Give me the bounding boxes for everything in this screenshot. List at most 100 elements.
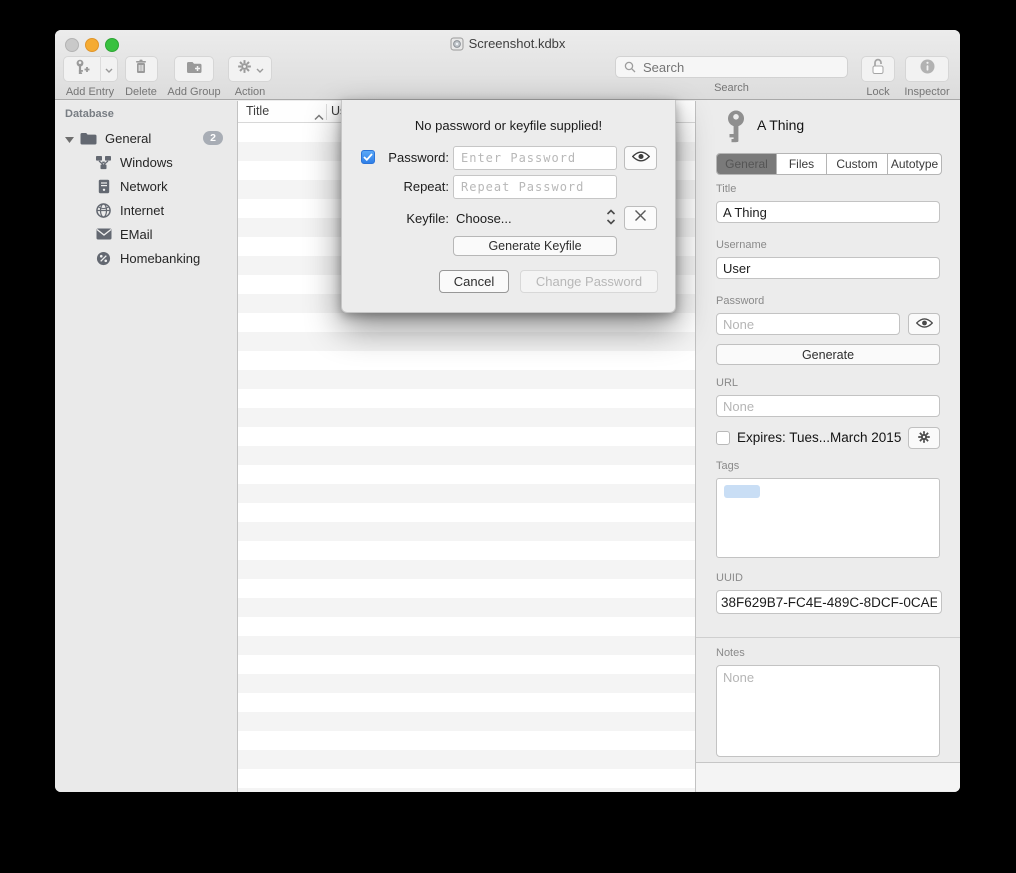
search-icon (624, 61, 636, 73)
sidebar-item-label: Internet (120, 203, 164, 218)
trash-icon (134, 59, 148, 79)
tab-general[interactable]: General (717, 154, 777, 174)
tab-autotype[interactable]: Autotype (888, 154, 941, 174)
info-icon (920, 59, 935, 79)
action-label: Action (235, 86, 266, 98)
password-input[interactable] (716, 313, 900, 335)
title-field-label: Title (716, 183, 736, 195)
generate-button-label: Generate (802, 348, 854, 362)
inspector-toolbar-item: Inspector (896, 56, 958, 98)
lock-open-icon (870, 58, 886, 80)
generate-keyfile-label: Generate Keyfile (488, 239, 581, 253)
key-plus-icon (74, 59, 90, 80)
key-icon (724, 110, 748, 149)
gear-icon (917, 430, 931, 447)
dialog-password-field (453, 146, 617, 170)
clear-keyfile-button[interactable] (624, 206, 657, 230)
expires-date-button[interactable] (908, 427, 940, 449)
server-icon (95, 178, 112, 195)
dialog-repeat-field (453, 175, 617, 199)
add-entry-dropdown-button[interactable] (101, 56, 118, 82)
lock-button[interactable] (861, 56, 895, 82)
sidebar-item-label: Homebanking (120, 251, 200, 266)
add-group-label: Add Group (167, 86, 220, 98)
add-group-button[interactable] (174, 56, 214, 82)
inspector-tabs: General Files Custom Autotype (716, 153, 942, 175)
sidebar-item-label: Windows (120, 155, 173, 170)
sidebar-item-label: Network (120, 179, 168, 194)
search-toolbar-item: Search (615, 56, 848, 94)
search-field[interactable] (615, 56, 848, 78)
eye-icon (916, 317, 933, 331)
tab-files[interactable]: Files (777, 154, 827, 174)
delete-button[interactable] (125, 56, 158, 82)
cancel-button-label: Cancel (454, 274, 494, 289)
notes-field-label: Notes (716, 647, 745, 659)
tag-pill[interactable] (724, 485, 760, 498)
sidebar-item-email[interactable]: EMail (55, 222, 237, 246)
gear-icon (237, 59, 252, 79)
notes-textarea[interactable] (716, 665, 940, 757)
document-icon (450, 37, 464, 54)
windows-network-icon (95, 154, 112, 171)
app-window: Screenshot.kdbx Add Entry (55, 30, 960, 792)
url-field-label: URL (716, 377, 738, 389)
dialog-keyfile-label: Keyfile: (361, 211, 449, 226)
group-sidebar: Database General 2 Windows Network (55, 101, 238, 792)
tags-field-label: Tags (716, 460, 739, 472)
titlebar-toolbar: Screenshot.kdbx Add Entry (55, 30, 960, 100)
keyfile-popup-value[interactable]: Choose... (456, 211, 512, 226)
action-toolbar-item: Action (222, 56, 278, 98)
uuid-input[interactable] (716, 590, 942, 614)
sidebar-item-network[interactable]: Network (55, 174, 237, 198)
inspector-button[interactable] (905, 56, 949, 82)
column-divider[interactable] (326, 104, 327, 120)
change-password-button-label: Change Password (536, 274, 642, 289)
window-title: Screenshot.kdbx (55, 36, 960, 54)
sidebar-item-internet[interactable]: Internet (55, 198, 237, 222)
chevron-down-icon (105, 60, 113, 78)
title-input[interactable] (716, 201, 940, 223)
sidebar-item-general[interactable]: General 2 (55, 126, 237, 150)
sidebar-item-label: EMail (120, 227, 153, 242)
generate-password-button[interactable]: Generate (716, 344, 940, 365)
password-field-label: Password (716, 295, 764, 307)
add-entry-button[interactable] (63, 56, 100, 82)
eye-icon (632, 149, 650, 167)
globe-icon (95, 202, 112, 219)
folder-plus-icon (186, 60, 203, 79)
sidebar-item-homebanking[interactable]: Homebanking (55, 246, 237, 270)
window-title-text: Screenshot.kdbx (469, 36, 566, 51)
add-entry-toolbar-item: Add Entry (55, 56, 125, 98)
uuid-field-label: UUID (716, 572, 743, 584)
search-input[interactable] (641, 59, 839, 76)
tab-custom[interactable]: Custom (827, 154, 888, 174)
expires-checkbox[interactable] (716, 431, 730, 445)
repeat-password-input[interactable] (453, 175, 617, 199)
disclosure-triangle-icon[interactable] (65, 131, 74, 146)
dialog-message: No password or keyfile supplied! (342, 118, 675, 133)
change-password-button[interactable]: Change Password (520, 270, 658, 293)
column-header-title[interactable]: Title (246, 104, 269, 118)
dialog-reveal-password-button[interactable] (624, 146, 657, 170)
reveal-password-button[interactable] (908, 313, 940, 335)
enter-password-input[interactable] (453, 146, 617, 170)
delete-label: Delete (125, 86, 157, 98)
group-label: General (105, 131, 151, 146)
username-input[interactable] (716, 257, 940, 279)
lock-label: Lock (866, 86, 889, 98)
action-button[interactable] (228, 56, 272, 82)
section-divider (696, 637, 960, 638)
url-input[interactable] (716, 395, 940, 417)
add-group-toolbar-item: Add Group (159, 56, 229, 98)
percent-circle-icon (95, 250, 112, 267)
chevron-down-icon (256, 60, 264, 78)
cancel-button[interactable]: Cancel (439, 270, 509, 293)
stepper-icon[interactable] (606, 208, 616, 231)
generate-keyfile-button[interactable]: Generate Keyfile (453, 236, 617, 256)
close-x-icon (634, 209, 647, 227)
folder-icon (80, 130, 97, 147)
tags-box[interactable] (716, 478, 940, 558)
mail-icon (95, 226, 112, 243)
sidebar-item-windows[interactable]: Windows (55, 150, 237, 174)
